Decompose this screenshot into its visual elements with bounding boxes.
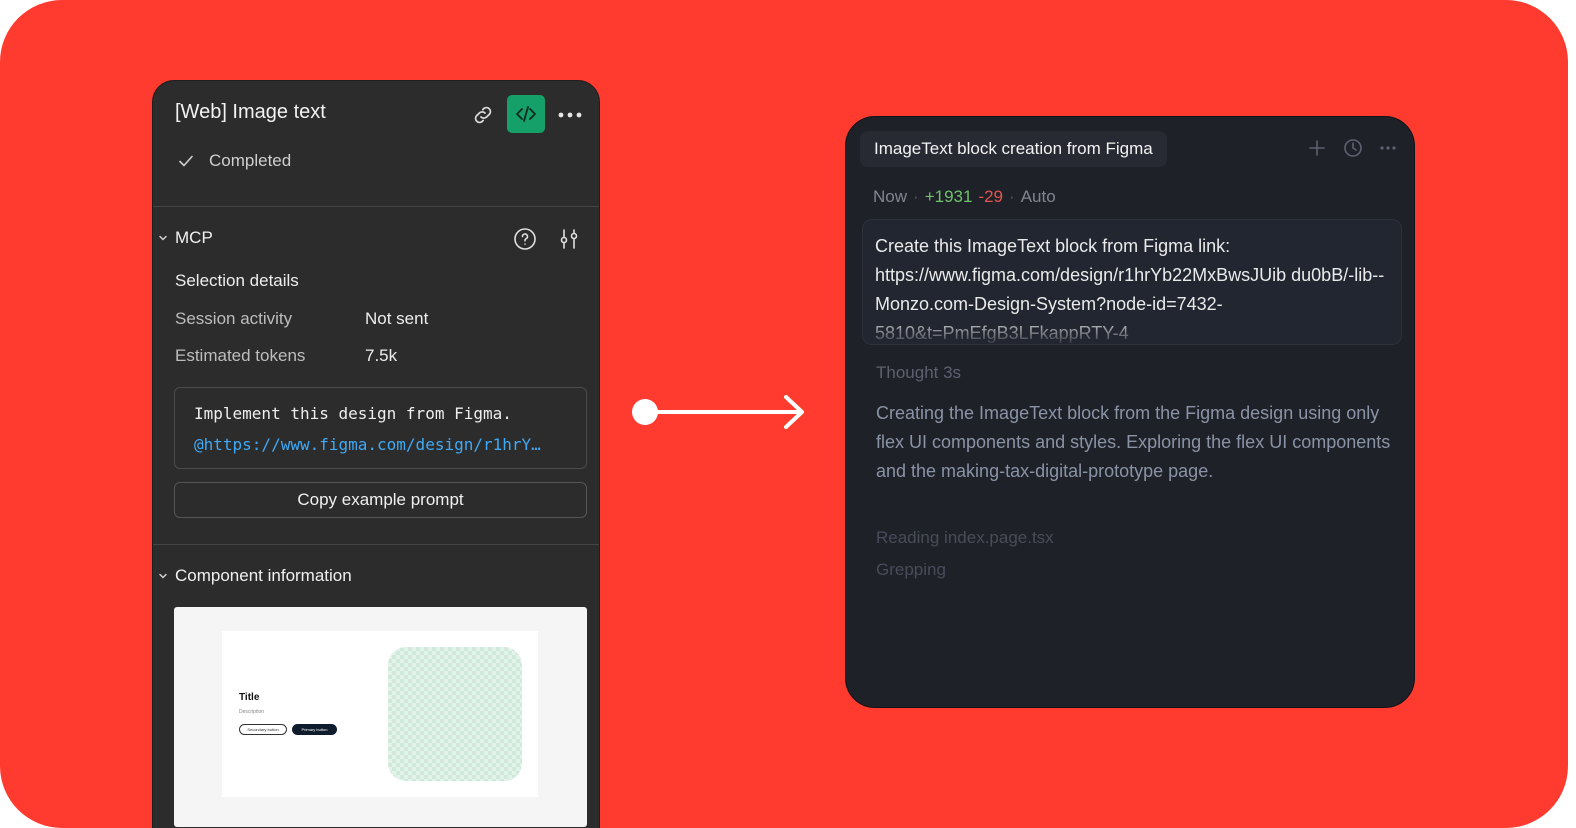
preview-image-placeholder bbox=[388, 647, 522, 781]
message-meta: Now · +1931 -29 · Auto bbox=[873, 187, 1056, 207]
arrow-right-icon bbox=[632, 395, 804, 429]
estimated-tokens-value: 7.5k bbox=[365, 346, 398, 365]
figma-dev-panel: [Web] Image text Completed MCP Selection… bbox=[152, 80, 600, 828]
thought-text: Creating the ImageText block from the Fi… bbox=[876, 403, 1391, 481]
chevron-down-icon bbox=[159, 235, 167, 241]
session-activity-label: Session activity bbox=[175, 309, 293, 328]
session-activity-value: Not sent bbox=[365, 309, 429, 328]
preview-card: Title Description Secondary button Prima… bbox=[222, 631, 538, 797]
link-icon[interactable] bbox=[471, 103, 495, 127]
message-fade bbox=[863, 316, 1401, 344]
settings-sliders-icon[interactable] bbox=[557, 227, 581, 251]
meta-time: Now bbox=[873, 187, 908, 206]
chevron-down-icon bbox=[159, 573, 167, 579]
more-icon[interactable] bbox=[557, 103, 583, 127]
panel-title: [Web] Image text bbox=[175, 101, 326, 123]
divider bbox=[153, 206, 599, 207]
example-prompt-box[interactable]: Implement this design from Figma. @https… bbox=[174, 387, 587, 469]
check-icon bbox=[179, 155, 193, 167]
more-icon[interactable] bbox=[1379, 140, 1397, 156]
preview-primary-button: Primary button bbox=[292, 724, 337, 735]
canvas: [Web] Image text Completed MCP Selection… bbox=[0, 0, 1568, 828]
code-icon bbox=[516, 106, 536, 122]
meta-additions: +1931 bbox=[924, 187, 973, 206]
prompt-link[interactable]: @https://www.figma.com/design/r1hrY… bbox=[194, 435, 570, 454]
code-view-button[interactable] bbox=[507, 95, 545, 133]
prompt-text: Implement this design from Figma. bbox=[194, 404, 512, 423]
history-clock-icon[interactable] bbox=[1343, 138, 1363, 158]
meta-deletions: -29 bbox=[978, 187, 1004, 206]
selection-details-label: Selection details bbox=[175, 271, 299, 290]
preview-secondary-button: Secondary button bbox=[239, 724, 287, 735]
component-info-heading: Component information bbox=[175, 566, 352, 585]
meta-separator: · bbox=[913, 187, 919, 206]
agent-chat-panel: ImageText block creation from Figma Now … bbox=[845, 116, 1415, 708]
step-reading: Reading index.page.tsx bbox=[876, 528, 1054, 547]
mcp-section-toggle[interactable]: MCP bbox=[157, 228, 213, 248]
status-label: Completed bbox=[209, 151, 292, 170]
thought-label[interactable]: Thought 3s bbox=[876, 363, 961, 383]
chat-title[interactable]: ImageText block creation from Figma bbox=[860, 131, 1167, 167]
status-completed: Completed bbox=[177, 151, 291, 171]
plus-icon[interactable] bbox=[1308, 139, 1326, 157]
meta-mode: Auto bbox=[1020, 187, 1056, 206]
copy-example-prompt-button[interactable]: Copy example prompt bbox=[174, 482, 587, 518]
user-message[interactable]: Create this ImageText block from Figma l… bbox=[862, 219, 1402, 345]
component-preview: Title Description Secondary button Prima… bbox=[174, 607, 587, 827]
divider bbox=[153, 544, 599, 545]
estimated-tokens-label: Estimated tokens bbox=[175, 346, 306, 365]
preview-title: Title bbox=[239, 692, 260, 703]
mcp-heading: MCP bbox=[175, 228, 213, 247]
meta-separator: · bbox=[1009, 187, 1015, 206]
step-grepping: Grepping bbox=[876, 560, 946, 579]
component-info-section-toggle[interactable]: Component information bbox=[157, 566, 352, 586]
preview-description: Description bbox=[239, 709, 265, 715]
help-icon[interactable] bbox=[513, 227, 537, 251]
